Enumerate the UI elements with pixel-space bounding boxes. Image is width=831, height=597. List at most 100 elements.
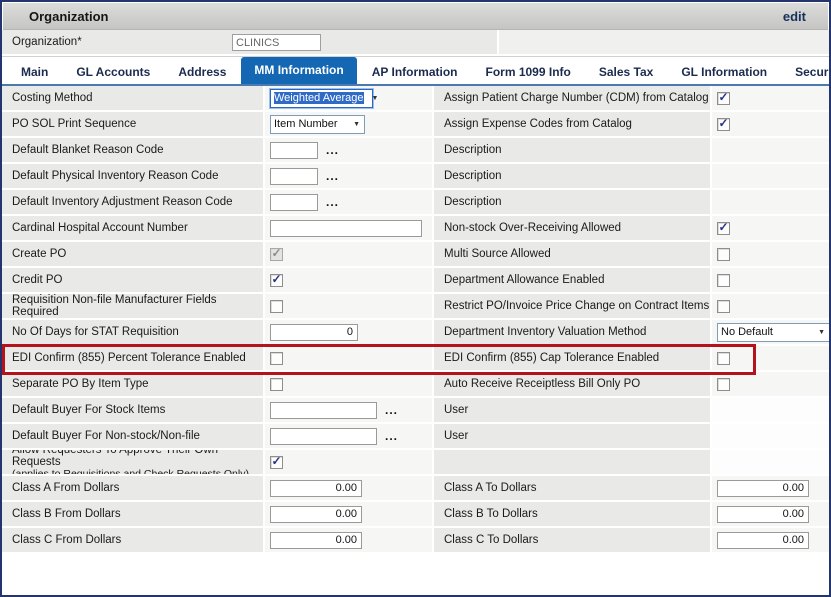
no-of-days-for-stat-requisition-label: No Of Days for STAT Requisition bbox=[2, 320, 263, 344]
department-allowance-enabled-label: Department Allowance Enabled bbox=[434, 268, 710, 292]
costing-method-selected-value: Weighted Average bbox=[274, 92, 364, 104]
value-cell: ✓ bbox=[265, 242, 432, 266]
create-po-checkbox: ✓ bbox=[270, 248, 283, 261]
chevron-down-icon: ▼ bbox=[345, 121, 364, 128]
credit-po-label: Credit PO bbox=[2, 268, 263, 292]
auto-receive-receiptless-bill-only-po-label: Auto Receive Receiptless Bill Only PO bbox=[434, 372, 710, 396]
default-blanket-reason-code-input[interactable] bbox=[270, 142, 318, 159]
default-inventory-adjustment-reason-code-lookup-button[interactable]: ... bbox=[326, 198, 339, 206]
organization-window: Organization edit Organization* MainGL A… bbox=[0, 0, 831, 597]
value-cell bbox=[712, 372, 829, 396]
restrict-po-invoice-price-change-on-contract-items-checkbox[interactable] bbox=[717, 300, 730, 313]
organization-field-label: Organization* bbox=[12, 36, 82, 48]
description-label: Description bbox=[434, 190, 710, 214]
po-sol-print-sequence-selected-value: Item Number bbox=[274, 118, 338, 130]
default-buyer-for-non-stock-non-file-label: Default Buyer For Non-stock/Non-file bbox=[2, 424, 263, 448]
value-cell: ... bbox=[265, 424, 432, 448]
value-cell bbox=[712, 398, 829, 422]
form-row: Cardinal Hospital Account Number Non-sto… bbox=[2, 216, 829, 242]
default-blanket-reason-code-lookup-button[interactable]: ... bbox=[326, 146, 339, 154]
value-cell: ... bbox=[265, 190, 432, 214]
po-sol-print-sequence-select[interactable]: Item Number ▼ bbox=[270, 115, 365, 134]
checkmark-icon: ✓ bbox=[271, 456, 281, 466]
class-c-to-dollars-input[interactable] bbox=[717, 532, 809, 549]
tab-gl-accounts[interactable]: GL Accounts bbox=[63, 60, 163, 84]
multi-source-allowed-checkbox[interactable] bbox=[717, 248, 730, 261]
tab-form-1099-info[interactable]: Form 1099 Info bbox=[473, 60, 584, 84]
form-row: Default Inventory Adjustment Reason Code… bbox=[2, 190, 829, 216]
restrict-po-invoice-price-change-on-contract-items-label: Restrict PO/Invoice Price Change on Cont… bbox=[434, 294, 710, 318]
value-cell bbox=[265, 476, 432, 500]
cardinal-hospital-account-number-label: Cardinal Hospital Account Number bbox=[2, 216, 263, 240]
class-a-from-dollars-input[interactable] bbox=[270, 480, 362, 497]
form-row: Costing Method Weighted Average▼ Assign … bbox=[2, 86, 829, 112]
tab-address[interactable]: Address bbox=[165, 60, 239, 84]
cardinal-hospital-account-number-input[interactable] bbox=[270, 220, 422, 237]
requisition-non-file-manufacturer-fields-required-checkbox[interactable] bbox=[270, 300, 283, 313]
value-cell bbox=[712, 528, 829, 552]
user-label: User bbox=[434, 424, 710, 448]
non-stock-over-receiving-allowed-checkbox[interactable]: ✓ bbox=[717, 222, 730, 235]
po-sol-print-sequence-label: PO SOL Print Sequence bbox=[2, 112, 263, 136]
value-cell: ... bbox=[265, 138, 432, 162]
credit-po-checkbox[interactable]: ✓ bbox=[270, 274, 283, 287]
default-inventory-adjustment-reason-code-input[interactable] bbox=[270, 194, 318, 211]
default-physical-inventory-reason-code-input[interactable] bbox=[270, 168, 318, 185]
form-row: Create PO ✓ Multi Source Allowed bbox=[2, 242, 829, 268]
description-label: Description bbox=[434, 164, 710, 188]
auto-receive-receiptless-bill-only-po-checkbox[interactable] bbox=[717, 378, 730, 391]
value-cell bbox=[712, 138, 829, 162]
checkmark-icon: ✓ bbox=[271, 274, 281, 284]
form-row: Default Buyer For Non-stock/Non-file ...… bbox=[2, 424, 829, 450]
class-c-to-dollars-label: Class C To Dollars bbox=[434, 528, 710, 552]
tab-gl-information[interactable]: GL Information bbox=[668, 60, 780, 84]
tab-security-codes[interactable]: Security Codes bbox=[782, 60, 831, 84]
value-cell bbox=[712, 242, 829, 266]
edi-confirm-855-cap-tolerance-enabled-checkbox[interactable] bbox=[717, 352, 730, 365]
tab-main[interactable]: Main bbox=[8, 60, 61, 84]
class-a-from-dollars-label: Class A From Dollars bbox=[2, 476, 263, 500]
class-a-to-dollars-input[interactable] bbox=[717, 480, 809, 497]
checkmark-icon: ✓ bbox=[718, 92, 728, 102]
value-cell bbox=[712, 190, 829, 214]
assign-expense-codes-from-catalog-checkbox[interactable]: ✓ bbox=[717, 118, 730, 131]
form-row: EDI Confirm (855) Percent Tolerance Enab… bbox=[2, 346, 829, 372]
checkmark-icon: ✓ bbox=[718, 222, 728, 232]
tab-bar: MainGL AccountsAddressMM InformationAP I… bbox=[2, 56, 829, 86]
separate-po-by-item-type-label: Separate PO By Item Type bbox=[2, 372, 263, 396]
class-b-from-dollars-label: Class B From Dollars bbox=[2, 502, 263, 526]
value-cell bbox=[712, 294, 829, 318]
assign-patient-charge-number-cdm-from-catalog-checkbox[interactable]: ✓ bbox=[717, 92, 730, 105]
tab-mm-information[interactable]: MM Information bbox=[241, 57, 356, 84]
class-b-to-dollars-input[interactable] bbox=[717, 506, 809, 523]
class-b-from-dollars-input[interactable] bbox=[270, 506, 362, 523]
value-cell bbox=[712, 476, 829, 500]
default-buyer-for-stock-items-input[interactable] bbox=[270, 402, 377, 419]
department-inventory-valuation-method-label: Department Inventory Valuation Method bbox=[434, 320, 710, 344]
edit-link[interactable]: edit bbox=[783, 9, 806, 24]
allow-requesters-to-approve-their-own-requests-checkbox[interactable]: ✓ bbox=[270, 456, 283, 469]
default-physical-inventory-reason-code-lookup-button[interactable]: ... bbox=[326, 172, 339, 180]
default-buyer-for-stock-items-lookup-button[interactable]: ... bbox=[385, 406, 398, 414]
separate-po-by-item-type-checkbox[interactable] bbox=[270, 378, 283, 391]
organization-input[interactable] bbox=[232, 34, 321, 51]
value-cell: ✓ bbox=[712, 86, 829, 110]
create-po-label: Create PO bbox=[2, 242, 263, 266]
edi-confirm-855-cap-tolerance-enabled-label: EDI Confirm (855) Cap Tolerance Enabled bbox=[434, 346, 710, 370]
default-buyer-for-non-stock-non-file-lookup-button[interactable]: ... bbox=[385, 432, 398, 440]
value-cell: Item Number ▼ bbox=[265, 112, 432, 136]
costing-method-select[interactable]: Weighted Average▼ bbox=[270, 89, 373, 108]
default-buyer-for-non-stock-non-file-input[interactable] bbox=[270, 428, 377, 445]
no-of-days-for-stat-requisition-input[interactable] bbox=[270, 324, 358, 341]
class-a-to-dollars-label: Class A To Dollars bbox=[434, 476, 710, 500]
allow-requesters-to-approve-their-own-requests-label: Allow Requesters To Approve Their Own Re… bbox=[2, 450, 263, 474]
tab-ap-information[interactable]: AP Information bbox=[359, 60, 471, 84]
allow-requesters-to-approve-their-own-requests-label-text: Allow Requesters To Approve Their Own Re… bbox=[12, 450, 263, 468]
department-inventory-valuation-method-select[interactable]: No Default▼ bbox=[717, 323, 829, 342]
department-allowance-enabled-checkbox[interactable] bbox=[717, 274, 730, 287]
tab-sales-tax[interactable]: Sales Tax bbox=[586, 60, 666, 84]
edi-confirm-855-percent-tolerance-enabled-checkbox[interactable] bbox=[270, 352, 283, 365]
class-c-from-dollars-input[interactable] bbox=[270, 532, 362, 549]
form-row: PO SOL Print Sequence Item Number▼ Assig… bbox=[2, 112, 829, 138]
form-row: Class C From Dollars Class C To Dollars bbox=[2, 528, 829, 554]
